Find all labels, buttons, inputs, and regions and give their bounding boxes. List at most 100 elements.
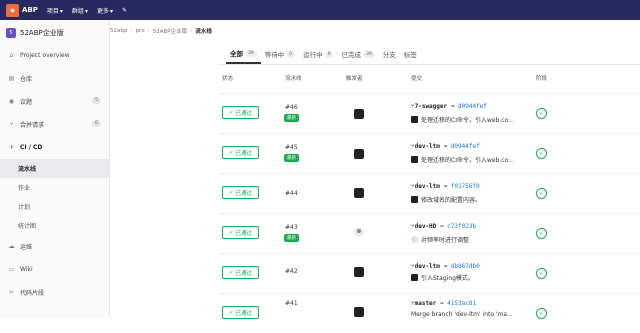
avatar[interactable]: [354, 267, 364, 277]
tab-finished[interactable]: 已完成 39: [337, 44, 378, 64]
stage-passed-icon[interactable]: ✓: [536, 188, 547, 199]
status-label: 已通过: [235, 310, 253, 317]
status-label: 已通过: [235, 230, 253, 237]
commit-sha-link[interactable]: db867db0: [451, 263, 480, 270]
sidebar-subitem-schedules[interactable]: 计划: [0, 197, 109, 216]
commit-icon: ⊸: [439, 300, 444, 307]
tab-label: 已完成: [341, 51, 361, 59]
commit-sha-link[interactable]: d0944fef: [458, 103, 487, 110]
sidebar-item-merge-requests[interactable]: ⑂ 合并请求 0: [0, 113, 109, 136]
commit-sha-link[interactable]: c73f023b: [447, 223, 476, 230]
branch-link[interactable]: dev-HD: [415, 223, 437, 230]
stage-passed-icon[interactable]: ✓: [536, 108, 547, 119]
check-circle-icon: ✓: [228, 109, 234, 116]
sidebar-item-label: Project overview: [20, 52, 70, 59]
sidebar-item-wiki[interactable]: ▭ Wiki: [0, 258, 109, 281]
status-badge[interactable]: ✓ 已通过: [222, 146, 259, 159]
stage-passed-icon[interactable]: ✓: [536, 268, 547, 279]
breadcrumb-project[interactable]: 52ABP企业版: [153, 27, 187, 35]
branch-link[interactable]: dev-ltm: [415, 263, 440, 270]
sidebar-item-snippets[interactable]: ✂ 代码片段: [0, 281, 109, 304]
status-badge[interactable]: ✓ 已通过: [222, 186, 259, 199]
avatar: [411, 156, 418, 163]
avatar[interactable]: [354, 227, 364, 237]
latest-badge: 最新: [284, 154, 299, 162]
tab-tags[interactable]: 标签: [400, 44, 421, 64]
nav-projects[interactable]: 项目▾: [47, 6, 63, 15]
breadcrumb-current: 流水线: [195, 29, 212, 35]
status-label: 已通过: [235, 190, 253, 197]
status-badge[interactable]: ✓ 已通过: [222, 266, 259, 279]
avatar[interactable]: [354, 109, 364, 119]
branch-link[interactable]: dev-ltm: [415, 143, 440, 150]
commit-icon: ⊸: [443, 263, 448, 270]
sidebar-subitem-jobs[interactable]: 作业: [0, 178, 109, 197]
pipeline-id-link[interactable]: #45: [285, 144, 298, 151]
top-nav-menu: 项目▾ 群组▾ 更多▾ ✎: [47, 6, 127, 15]
branch-link[interactable]: 7-swagger: [415, 103, 448, 110]
issues-count-badge: 5: [92, 97, 101, 104]
stage-passed-icon[interactable]: ✓: [536, 148, 547, 159]
breadcrumb-separator: ›: [147, 28, 150, 34]
commit-ref: ⑂7-swagger ⊸ d0944fef: [411, 103, 487, 110]
commit-message-link[interactable]: 处理迁移的CI命令，引入web.co...: [421, 155, 514, 164]
sidebar-item-operations[interactable]: ☁ 运维: [0, 235, 109, 258]
sidebar-item-label: Wiki: [20, 266, 33, 273]
breadcrumb-group[interactable]: 52abp: [110, 28, 127, 34]
branch-link[interactable]: master: [415, 300, 437, 307]
pipeline-id-link[interactable]: #43: [285, 224, 298, 231]
stage-passed-icon[interactable]: ✓: [536, 228, 547, 239]
breadcrumb-subgroup[interactable]: pro: [136, 28, 145, 34]
tab-running[interactable]: 运行中 0: [299, 44, 337, 64]
tab-pending[interactable]: 等待中 0: [261, 44, 299, 64]
status-badge[interactable]: ✓ 已通过: [222, 106, 259, 119]
sidebar-subitem-charts[interactable]: 统计图: [0, 216, 109, 235]
tab-label: 等待中: [264, 51, 285, 59]
wiki-icon: ▭: [8, 266, 15, 273]
commit-message-link[interactable]: 处理迁移的CI命令，引入web.co...: [421, 115, 514, 124]
stage-passed-icon[interactable]: ✓: [536, 308, 547, 319]
column-header-status: 状态: [222, 76, 234, 82]
commit-icon: ⊸: [443, 143, 448, 150]
cloud-icon: ☁: [8, 243, 15, 250]
commit-sha-link[interactable]: 4153ac81: [447, 300, 476, 307]
logo-text: ABP: [22, 6, 38, 14]
sidebar-item-repository[interactable]: ▤ 仓库: [0, 67, 109, 90]
status-badge[interactable]: ✓ 已通过: [222, 306, 259, 319]
avatar[interactable]: [354, 188, 364, 198]
pipeline-id-link[interactable]: #46: [285, 104, 298, 111]
chevron-down-icon: ▾: [59, 7, 63, 15]
commit-message-link[interactable]: 引入Staging模式。: [421, 273, 474, 282]
pipeline-id-link[interactable]: #41: [285, 300, 298, 307]
commit-message-link[interactable]: 对频率时进行调整: [421, 235, 469, 244]
commit-sha-link[interactable]: d0944fef: [451, 143, 480, 150]
project-sidebar: 5 52ABP企业版 ⌂ Project overview ▤ 仓库 ◉ 议题 …: [0, 20, 110, 317]
sidebar-item-issues[interactable]: ◉ 议题 5: [0, 90, 109, 113]
sidebar-item-overview[interactable]: ⌂ Project overview: [0, 44, 109, 67]
pipeline-id-link[interactable]: #44: [285, 190, 298, 197]
nav-more[interactable]: 更多▾: [97, 6, 113, 15]
wrench-icon[interactable]: ✎: [122, 7, 127, 14]
check-circle-icon: ✓: [228, 189, 234, 196]
sidebar-item-ci-cd[interactable]: ✈ CI / CD: [0, 136, 109, 159]
avatar: [411, 196, 418, 203]
status-label: 已通过: [235, 270, 253, 277]
tab-all[interactable]: 全部 39: [226, 44, 261, 64]
app-logo[interactable]: ◆ ABP: [6, 3, 38, 17]
breadcrumb-separator: ›: [130, 28, 133, 34]
sidebar-project-header[interactable]: 5 52ABP企业版: [0, 20, 109, 44]
sidebar-subitem-pipelines[interactable]: 流水线: [0, 159, 109, 178]
table-row: ✓ 已通过 #43 最新 ⑂dev-HD ⊸ c73f023b 对频率时进行调整 …: [219, 213, 640, 253]
commit-message-link[interactable]: 修改域名的配置内容。: [421, 195, 481, 204]
commit-message-line: 处理迁移的CI命令，引入web.co...: [411, 155, 514, 164]
tab-branches[interactable]: 分支: [379, 44, 400, 64]
avatar[interactable]: [354, 307, 364, 317]
pipeline-id-link[interactable]: #42: [285, 268, 298, 275]
branch-link[interactable]: dev-ltm: [415, 183, 440, 190]
tab-label: 运行中: [303, 51, 323, 59]
avatar: [411, 116, 418, 123]
commit-sha-link[interactable]: f01756f0: [451, 183, 480, 190]
status-badge[interactable]: ✓ 已通过: [222, 226, 259, 239]
nav-groups[interactable]: 群组▾: [72, 6, 88, 15]
avatar[interactable]: [354, 149, 364, 159]
